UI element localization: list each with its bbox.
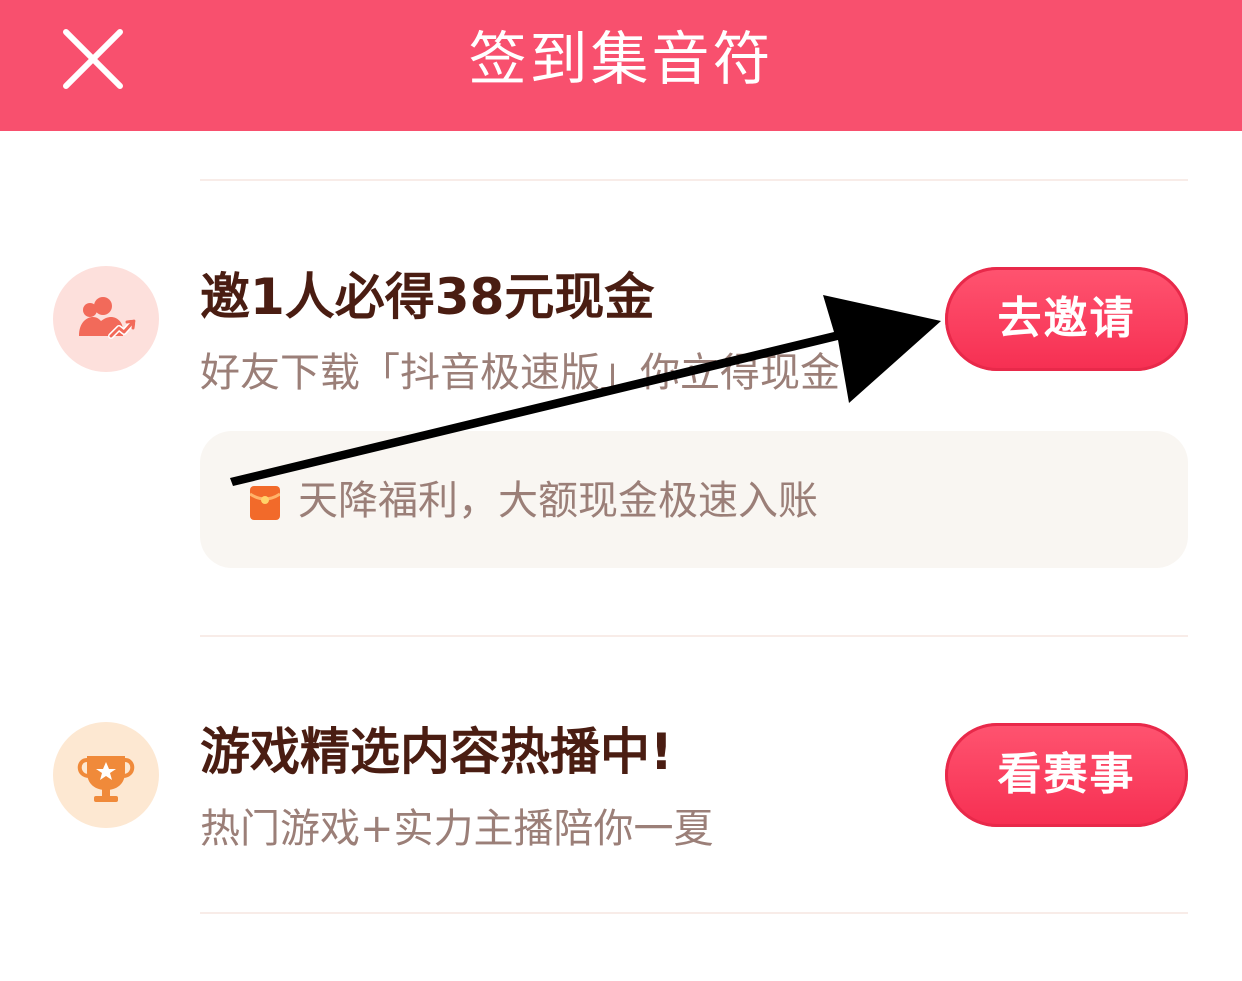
task-icon-container (53, 266, 159, 372)
task-icon-container (53, 722, 159, 828)
red-envelope-icon (250, 486, 280, 520)
header-bar: 签到集音符 (0, 0, 1242, 131)
users-growth-icon (79, 297, 136, 339)
divider (200, 179, 1188, 181)
task-description: 热门游戏+实力主播陪你一夏 (200, 806, 714, 852)
task-title: 游戏精选内容热播中! (200, 723, 673, 781)
task-title: 邀1人必得38元现金 (200, 268, 655, 326)
task-description: 好友下载「抖音极速版」你立得现金 (200, 350, 840, 396)
sign-in-screen: 签到集音符 邀1人必得38元现金 好友下载「抖音极速版」你立得现金 去邀请 天降… (0, 0, 1242, 981)
divider (200, 635, 1188, 637)
invite-button[interactable]: 去邀请 (945, 267, 1188, 371)
watch-match-button[interactable]: 看赛事 (945, 723, 1188, 827)
promo-banner[interactable]: 天降福利，大额现金极速入账 (200, 431, 1188, 568)
promo-text: 天降福利，大额现金极速入账 (298, 478, 818, 524)
trophy-icon (77, 756, 135, 802)
page-title: 签到集音符 (468, 25, 774, 93)
divider (200, 912, 1188, 914)
